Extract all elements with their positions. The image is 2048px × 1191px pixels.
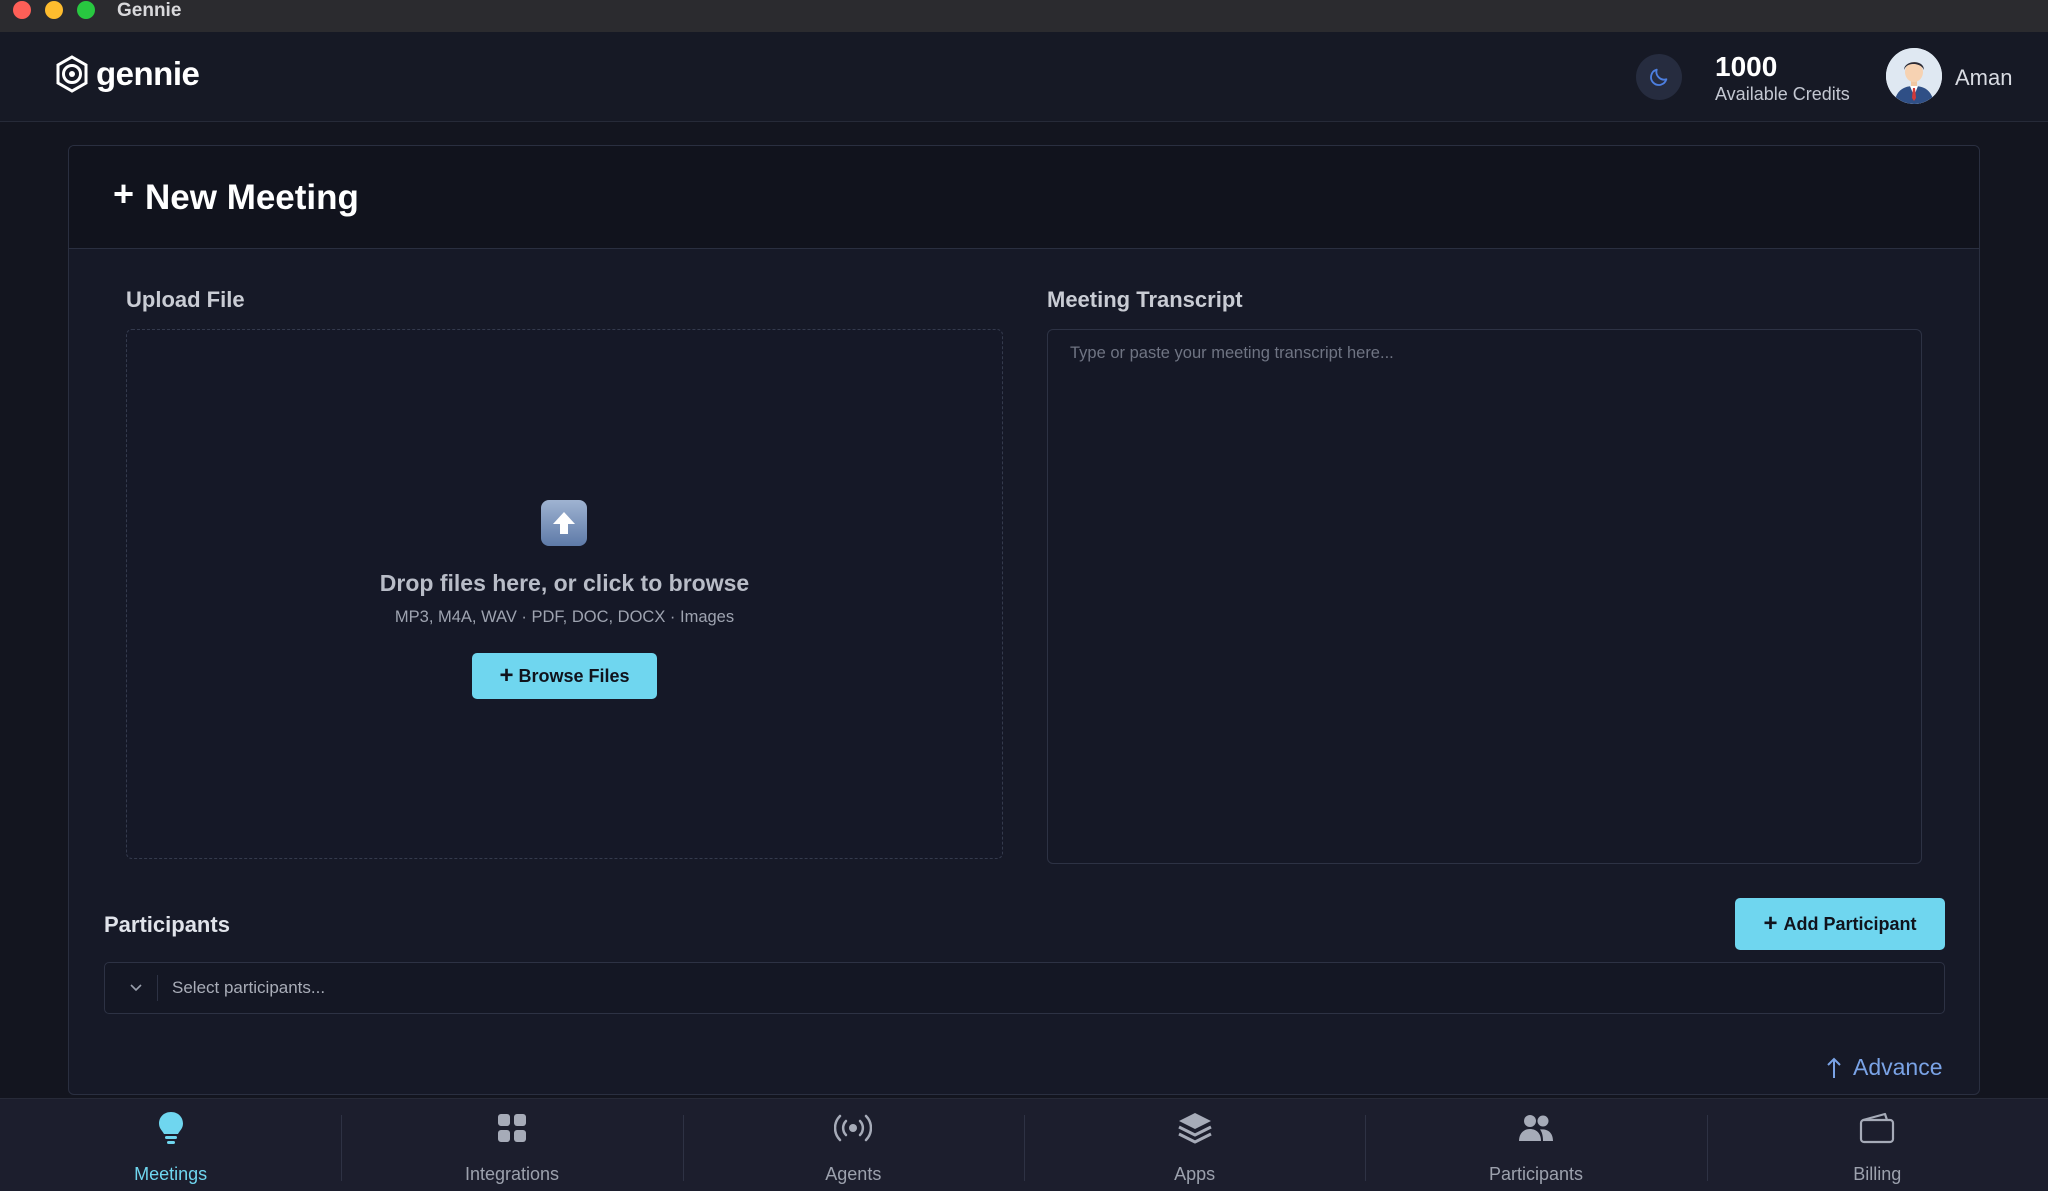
page-title: New Meeting [145,178,359,217]
layers-icon [1176,1109,1214,1147]
grid-icon [493,1109,531,1147]
credits-value: 1000 [1715,51,1778,82]
browse-files-label: Browse Files [518,665,630,686]
logo-text: gennie [96,55,200,92]
user-avatar-icon [1886,48,1942,104]
supported-formats: MP3, M4A, WAV · PDF, DOC, DOCX · Images [394,608,735,626]
window-title: Gennie [117,0,182,21]
arrow-up-icon [1827,1057,1841,1078]
minimize-window-button[interactable] [45,1,63,19]
wallet-icon [1858,1109,1896,1147]
app-header: gennie 1000 Available Credits Aman [0,32,2048,122]
avatar[interactable] [1886,48,1942,104]
upload-file-label: Upload File [126,287,245,312]
app-logo[interactable]: gennie [54,55,200,93]
maximize-window-button[interactable] [77,1,95,19]
nav-label-meetings: Meetings [134,1164,208,1184]
gennie-logo-icon [56,55,88,93]
plus-icon: + [1763,910,1778,937]
select-divider [157,975,158,1001]
advance-label: Advance [1853,1054,1943,1080]
lightbulb-icon [152,1109,190,1147]
user-name[interactable]: Aman [1955,65,2012,91]
nav-label-integrations: Integrations [464,1164,560,1184]
nav-item-meetings[interactable]: Meetings [0,1099,341,1191]
select-placeholder: Select participants... [172,978,326,997]
nav-label-billing: Billing [1853,1164,1902,1184]
credits-label: Available Credits [1715,84,1850,104]
broadcast-icon [834,1109,873,1147]
file-dropzone[interactable]: Drop files here, or click to browse MP3,… [126,329,1003,859]
nav-label-apps: Apps [1174,1164,1216,1184]
window-titlebar: Gennie [0,0,2048,32]
upload-arrow-icon [541,500,587,546]
add-participant-label: Add Participant [1783,913,1917,934]
chevron-down-icon[interactable] [129,981,143,995]
nav-item-apps[interactable]: Apps [1023,1099,1365,1191]
participants-select[interactable]: Select participants... [104,962,1945,1014]
nav-item-participants[interactable]: Participants [1365,1099,1706,1191]
close-window-button[interactable] [13,1,31,19]
plus-icon: + [499,662,514,689]
nav-label-agents: Agents [825,1164,882,1184]
new-meeting-card: + New Meeting Upload File Meeting Transc… [68,145,1980,1095]
nav-item-integrations[interactable]: Integrations [341,1099,682,1191]
dropzone-instructions: Drop files here, or click to browse [379,570,750,596]
card-header: + New Meeting [69,146,1979,249]
transcript-textarea[interactable] [1047,329,1922,864]
nav-label-participants: Participants [1488,1164,1583,1184]
add-participant-button[interactable]: + Add Participant [1735,898,1945,950]
meeting-transcript-label: Meeting Transcript [1047,287,1243,312]
browse-files-button[interactable]: + Browse Files [472,653,657,699]
credits-display: 1000 Available Credits [1715,51,1850,105]
nav-item-billing[interactable]: Billing [1706,1099,2048,1191]
bottom-nav: Meetings Integrations Agents Apps Partic… [0,1098,2048,1191]
users-icon [1517,1109,1555,1147]
theme-toggle-button[interactable] [1636,54,1682,100]
advance-link[interactable]: Advance [1825,1054,1943,1081]
nav-item-agents[interactable]: Agents [682,1099,1024,1191]
plus-icon: + [113,173,135,214]
participants-label: Participants [104,912,230,937]
moon-icon [1650,68,1668,86]
